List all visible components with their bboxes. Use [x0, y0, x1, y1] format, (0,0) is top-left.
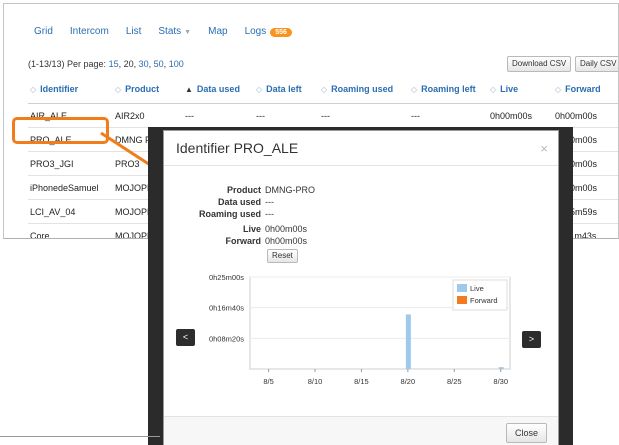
identifier-link[interactable]: LCI_AV_04 [28, 199, 113, 224]
legend-label-live: Live [470, 284, 484, 293]
table-cell: --- [319, 103, 409, 128]
nav-list[interactable]: List [126, 26, 142, 37]
col-roaming-left-label: Roaming left [421, 84, 476, 94]
col-product[interactable]: ◇ Product [113, 77, 183, 104]
modal-footer: Close [164, 416, 558, 445]
table-row[interactable]: AIR_ALE AIR2x0 --- --- --- --- 0h00m00s 0h00m00… [28, 103, 618, 128]
sort-icon: ◇ [411, 85, 418, 94]
table-cell: 0h00m00s [488, 103, 553, 128]
bar-live [405, 314, 411, 369]
bar-live [498, 367, 504, 369]
col-forward-label: Forward [565, 84, 601, 94]
table-cell: --- [254, 103, 319, 128]
col-identifier-label: Identifier [40, 84, 79, 94]
per-page-50[interactable]: 50 [154, 59, 164, 69]
chevron-right-icon: > [528, 334, 535, 344]
nav-logs-label: Logs [244, 26, 267, 37]
usage-chart: 0h25m00s 0h16m40s 0h08m20s 8/5 8/10 8/15 8/20 8… [209, 273, 511, 386]
nav-logs[interactable]: Logs 556 [245, 26, 292, 37]
prev-arrow-button[interactable]: < [176, 329, 195, 346]
sort-icon: ◇ [115, 85, 122, 94]
col-roaming-used-label: Roaming used [331, 84, 394, 94]
sort-icon: ◇ [321, 85, 328, 94]
x-tick-label: 8/5 [263, 377, 273, 386]
x-tick-label: 8/10 [308, 377, 323, 386]
per-page-20-selected: 20 [123, 59, 134, 69]
close-button[interactable]: Close [505, 423, 547, 443]
col-roaming-left[interactable]: ◇ Roaming left [409, 77, 488, 104]
nav-stats[interactable]: Stats ▼ [158, 26, 191, 37]
paging-summary: (1-13/13) Per page: [28, 59, 109, 69]
sort-asc-icon: ▲ [185, 85, 193, 94]
legend-label-forward: Forward [470, 296, 498, 305]
logs-count-badge: 556 [270, 28, 292, 37]
col-forward[interactable]: ◇ Forward [553, 77, 618, 104]
col-data-left-label: Data left [266, 84, 302, 94]
download-csv-button[interactable]: Download CSV [507, 56, 572, 72]
col-identifier[interactable]: ◇ Identifier [28, 77, 113, 104]
col-live-label: Live [500, 84, 519, 94]
table-header-row: ◇ Identifier ◇ Product ▲ Data used ◇ Data le… [28, 77, 618, 104]
col-data-used-label: Data used [196, 84, 240, 94]
sort-icon: ◇ [256, 85, 263, 94]
per-page-30[interactable]: 30 [139, 59, 149, 69]
per-page-100[interactable]: 100 [169, 59, 184, 69]
col-live[interactable]: ◇ Live [488, 77, 553, 104]
sort-icon: ◇ [490, 85, 497, 94]
sort-icon: ◇ [555, 85, 562, 94]
nav-stats-label: Stats [158, 26, 182, 37]
table-cell: 0h00m00s [553, 103, 618, 128]
device-stats-modal: Identifier PRO_ALE × Product DMNG-PRO Dat… [163, 130, 559, 445]
col-data-used[interactable]: ▲ Data used [183, 77, 254, 104]
y-tick-label: 0h16m40s [209, 304, 244, 313]
x-tick-label: 8/20 [401, 377, 416, 386]
highlight-box [12, 117, 109, 144]
table-cell: --- [409, 103, 488, 128]
chevron-down-icon: ▼ [184, 29, 192, 36]
daily-csv-button[interactable]: Daily CSV [575, 56, 618, 72]
table-cell: --- [183, 103, 254, 128]
chevron-left-icon: < [182, 332, 189, 342]
x-tick-label: 8/15 [354, 377, 369, 386]
top-nav: Grid Intercom List Stats ▼ Map Logs 556 [34, 26, 309, 37]
x-tick-label: 8/30 [493, 377, 508, 386]
col-product-label: Product [125, 84, 160, 94]
sort-icon: ◇ [30, 85, 37, 94]
col-roaming-used[interactable]: ◇ Roaming used [319, 77, 409, 104]
table-cell: AIR2x0 [113, 103, 183, 128]
next-arrow-button[interactable]: > [522, 331, 541, 348]
identifier-link[interactable]: Core [28, 223, 113, 238]
y-tick-label: 0h08m20s [209, 334, 244, 343]
legend-swatch-live [457, 284, 467, 292]
nav-map[interactable]: Map [208, 26, 227, 37]
legend-swatch-forward [457, 296, 467, 304]
nav-grid[interactable]: Grid [34, 26, 53, 37]
y-tick-label: 0h25m00s [209, 273, 244, 282]
nav-intercom[interactable]: Intercom [70, 26, 109, 37]
divider [0, 436, 160, 437]
pagination: (1-13/13) Per page: 15, 20, 30, 50, 100 [28, 59, 184, 69]
per-page-15[interactable]: 15 [109, 59, 119, 69]
col-data-left[interactable]: ◇ Data left [254, 77, 319, 104]
x-tick-label: 8/25 [447, 377, 462, 386]
